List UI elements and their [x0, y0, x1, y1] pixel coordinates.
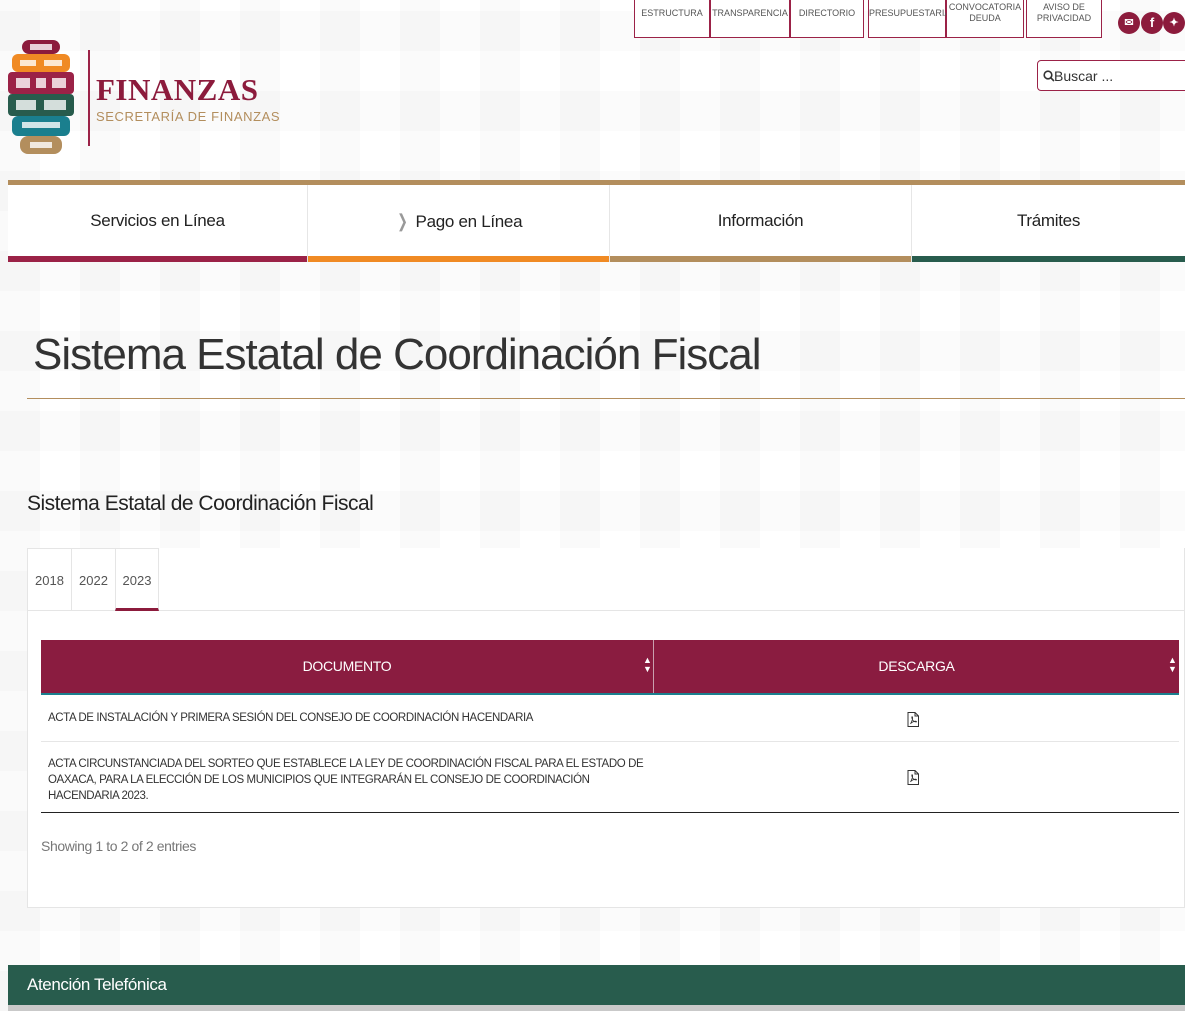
tab-2023[interactable]: 2023 [115, 548, 159, 611]
title-rule [27, 398, 1185, 399]
nav-item-servicios-en-linea[interactable]: Servicios en Línea [8, 185, 308, 262]
documents-table: DOCUMENTO ▲ ▼ DESCARGA ▲ ▼ ACTA DE INSTALA… [41, 640, 1179, 813]
brand-title[interactable]: FINANZAS [96, 72, 258, 108]
search-box [1037, 60, 1185, 91]
pdf-file-icon[interactable] [907, 712, 919, 727]
footer-bar: Atención Telefónica [8, 965, 1185, 1005]
chevron-right-icon: ❯ [396, 211, 408, 231]
top-link-directorio[interactable]: DIRECTORIO [790, 0, 864, 38]
section-title: Sistema Estatal de Coordinación Fiscal [27, 492, 374, 515]
top-link-transparencia[interactable]: TRANSPARENCIA [710, 0, 790, 38]
table-row: ACTA DE INSTALACIÓN Y PRIMERA SESIÓN DEL… [41, 695, 1179, 742]
nav-accent-bar [8, 256, 307, 262]
nav-accent-bar [912, 256, 1185, 262]
search-input[interactable] [1054, 65, 1184, 87]
document-name: ACTA CIRCUNSTANCIADA DEL SORTEO QUE ESTA… [48, 758, 644, 802]
footer-bottom-strip [8, 1005, 1185, 1011]
top-link-convocatoria-deuda[interactable]: CONVOCATORIA DEUDA [946, 0, 1024, 38]
tab-panel-topline [158, 610, 1185, 611]
sort-icon[interactable]: ▲ ▼ [643, 656, 652, 674]
top-link-presupuestaria[interactable]: PRESUPUESTARIA [868, 0, 950, 38]
column-header-documento[interactable]: DOCUMENTO [41, 640, 653, 693]
nav-item-informacion[interactable]: Información [610, 185, 912, 262]
sort-icon[interactable]: ▲ ▼ [1168, 656, 1177, 674]
footer-label[interactable]: Atención Telefónica [27, 975, 167, 995]
table-header: DOCUMENTO ▲ ▼ DESCARGA ▲ ▼ [41, 640, 1179, 695]
year-tabs: 2018 2022 2023 [27, 548, 159, 611]
table-row: ACTA CIRCUNSTANCIADA DEL SORTEO QUE ESTA… [41, 742, 1179, 813]
brand-subtitle: SECRETARÍA DE FINANZAS [96, 109, 281, 124]
top-link-estructura[interactable]: ESTRUCTURA [634, 0, 710, 38]
tab-2022[interactable]: 2022 [71, 548, 115, 611]
tab-2018[interactable]: 2018 [27, 548, 71, 611]
nav-item-pago-en-linea[interactable]: ❯ Pago en Línea [308, 185, 610, 262]
twitter-icon[interactable]: ✦ [1163, 12, 1185, 34]
email-icon[interactable]: ✉ [1118, 12, 1140, 34]
nav-accent-bar [610, 256, 911, 262]
top-link-aviso-privacidad[interactable]: AVISO DE PRIVACIDAD [1026, 0, 1102, 38]
column-header-descarga[interactable]: DESCARGA [654, 640, 1179, 693]
pdf-file-icon[interactable] [907, 770, 919, 785]
table-info: Showing 1 to 2 of 2 entries [41, 838, 196, 854]
logo-divider [88, 50, 90, 146]
nav-item-tramites[interactable]: Trámites [912, 185, 1185, 262]
page: FINANZAS SECRETARÍA DE FINANZAS ESTRUCTU… [0, 0, 1185, 1011]
page-title: Sistema Estatal de Coordinación Fiscal [33, 330, 761, 379]
document-name: ACTA DE INSTALACIÓN Y PRIMERA SESIÓN DEL… [48, 712, 534, 724]
facebook-icon[interactable]: f [1141, 12, 1163, 34]
main-nav: Servicios en Línea ❯ Pago en Línea Inform… [8, 185, 1185, 262]
nav-accent-bar [308, 256, 609, 262]
finanzas-logo-icon[interactable] [8, 40, 74, 156]
